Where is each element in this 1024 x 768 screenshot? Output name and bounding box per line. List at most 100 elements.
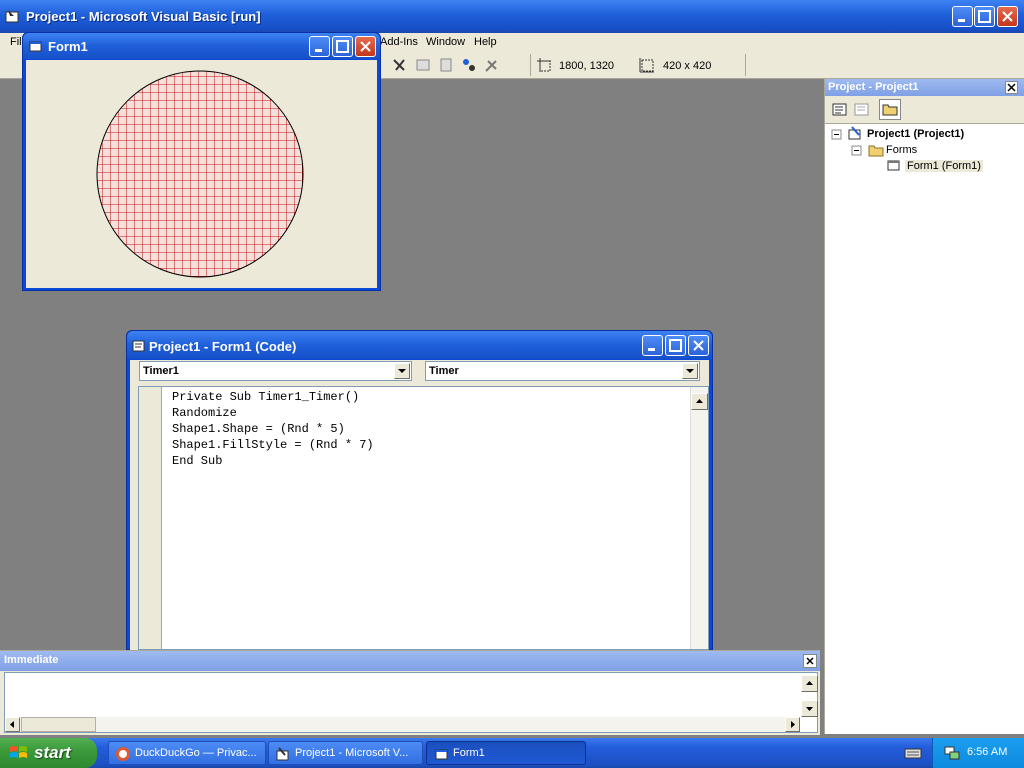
form1-close-button[interactable]	[355, 36, 376, 57]
object-dropdown[interactable]: Timer1	[139, 361, 412, 381]
immediate-close-button[interactable]	[803, 654, 817, 668]
properties-icon[interactable]	[415, 57, 431, 73]
close-button[interactable]	[997, 6, 1018, 27]
immediate-header: Immediate	[0, 651, 820, 671]
code-line[interactable]: Shape1.FillStyle = (Rnd * 7)	[172, 438, 374, 452]
project-explorer: Project - Project1 Project1 (Project1) F…	[824, 79, 1024, 734]
procedure-dropdown-value: Timer	[429, 365, 459, 377]
start-button[interactable]: start	[0, 738, 97, 768]
scroll-up-icon[interactable]	[801, 675, 818, 692]
form-layout-icon[interactable]	[392, 57, 408, 73]
form-icon	[887, 160, 900, 171]
code-window[interactable]: Project1 - Form1 (Code) Timer1 Timer Pri…	[126, 330, 713, 650]
toolbox-icon[interactable]	[461, 57, 477, 73]
system-tray: 6:56 AM	[932, 738, 1024, 768]
form1-client-area	[26, 60, 377, 288]
minimize-icon	[315, 49, 322, 52]
scroll-thumb[interactable]	[21, 717, 96, 732]
taskbar-item-form1[interactable]: Form1	[426, 741, 586, 765]
maximize-button[interactable]	[974, 6, 995, 27]
tools-icon[interactable]	[484, 57, 500, 73]
maximize-icon	[978, 10, 991, 23]
position-icon	[537, 58, 551, 72]
chevron-down-icon[interactable]	[682, 363, 698, 379]
scroll-up-icon[interactable]	[691, 393, 708, 410]
form1-minimize-button[interactable]	[309, 36, 330, 57]
main-title-bar[interactable]: Project1 - Microsoft Visual Basic [run]	[0, 0, 1024, 33]
code-line[interactable]: Shape1.Shape = (Rnd * 5)	[172, 422, 345, 436]
tree-project-node[interactable]: Project1 (Project1)	[867, 128, 964, 140]
view-object-icon[interactable]	[854, 102, 870, 118]
code-minimize-button[interactable]	[642, 335, 663, 356]
scroll-right-icon[interactable]	[785, 717, 800, 732]
duckduckgo-icon	[116, 747, 130, 761]
size-icon	[639, 58, 654, 73]
start-label: start	[34, 743, 71, 762]
taskbar-item-label: Form1	[453, 747, 485, 759]
taskbar-item-browser[interactable]: DuckDuckGo — Privac...	[108, 741, 266, 765]
code-margin	[139, 387, 162, 649]
code-close-button[interactable]	[688, 335, 709, 356]
code-icon	[132, 340, 145, 352]
project-icon	[848, 126, 861, 140]
collapse-icon[interactable]	[831, 129, 843, 141]
tree-form1-item[interactable]: Form1 (Form1)	[905, 160, 983, 172]
form1-title: Form1	[48, 39, 88, 54]
network-icon[interactable]	[943, 745, 961, 761]
project-explorer-title: Project - Project1	[828, 81, 919, 93]
vb-app-icon	[276, 747, 289, 761]
chevron-down-icon[interactable]	[394, 363, 410, 379]
code-window-title: Project1 - Form1 (Code)	[149, 339, 297, 354]
close-icon	[360, 41, 371, 52]
procedure-dropdown[interactable]: Timer	[425, 361, 700, 381]
maximize-icon	[669, 339, 682, 352]
minimize-button[interactable]	[952, 6, 973, 27]
immediate-title: Immediate	[4, 654, 59, 666]
taskbar-item-vb[interactable]: Project1 - Microsoft V...	[268, 741, 423, 765]
taskbar-item-label: Project1 - Microsoft V...	[295, 747, 409, 759]
tree-forms-folder[interactable]: Forms	[886, 144, 917, 156]
view-code-icon[interactable]	[832, 102, 848, 118]
scroll-left-icon[interactable]	[5, 717, 20, 732]
immediate-text-area[interactable]	[4, 672, 818, 733]
object-browser-icon[interactable]	[438, 57, 454, 73]
code-vertical-scrollbar[interactable]	[690, 387, 708, 649]
menu-window[interactable]: Window	[426, 36, 465, 48]
immediate-horizontal-scrollbar[interactable]	[5, 717, 800, 732]
vb-app-icon	[5, 10, 19, 23]
collapse-icon[interactable]	[851, 145, 863, 157]
maximize-icon	[336, 40, 349, 53]
form1-title-bar[interactable]: Form1	[23, 33, 380, 59]
form1-window[interactable]: Form1	[22, 32, 381, 291]
folder-icon	[882, 104, 898, 116]
project-close-button[interactable]	[1005, 81, 1018, 94]
minimize-icon	[648, 348, 655, 351]
project-explorer-toolbar	[825, 96, 1024, 124]
project-explorer-header: Project - Project1	[825, 79, 1024, 96]
object-dropdown-value: Timer1	[143, 365, 179, 377]
close-icon	[1007, 83, 1016, 92]
code-line[interactable]: Private Sub Timer1_Timer()	[172, 390, 359, 404]
code-window-title-bar[interactable]: Project1 - Form1 (Code)	[127, 331, 712, 359]
windows-logo-icon	[10, 746, 27, 758]
taskbar-item-label: DuckDuckGo — Privac...	[135, 747, 257, 759]
scroll-down-icon[interactable]	[801, 700, 818, 717]
immediate-window[interactable]: Immediate	[0, 650, 820, 735]
code-window-client: Timer1 Timer Private Sub Timer1_Timer() …	[130, 360, 709, 650]
close-icon	[806, 657, 814, 665]
form1-maximize-button[interactable]	[332, 36, 353, 57]
clock[interactable]: 6:56 AM	[967, 746, 1007, 758]
window-title: Project1 - Microsoft Visual Basic [run]	[26, 9, 261, 24]
code-editor[interactable]: Private Sub Timer1_Timer() Randomize Sha…	[138, 386, 709, 650]
form-icon	[29, 41, 42, 52]
menu-help[interactable]: Help	[474, 36, 497, 48]
menu-add-ins[interactable]: Add-Ins	[380, 36, 418, 48]
toggle-folders-button[interactable]	[879, 99, 901, 120]
code-line[interactable]: Randomize	[172, 406, 237, 420]
close-icon	[1002, 11, 1013, 22]
minimize-icon	[958, 19, 965, 22]
keyboard-icon[interactable]	[904, 745, 922, 761]
code-maximize-button[interactable]	[665, 335, 686, 356]
size-readout: 420 x 420	[663, 60, 712, 72]
code-line[interactable]: End Sub	[172, 454, 222, 468]
